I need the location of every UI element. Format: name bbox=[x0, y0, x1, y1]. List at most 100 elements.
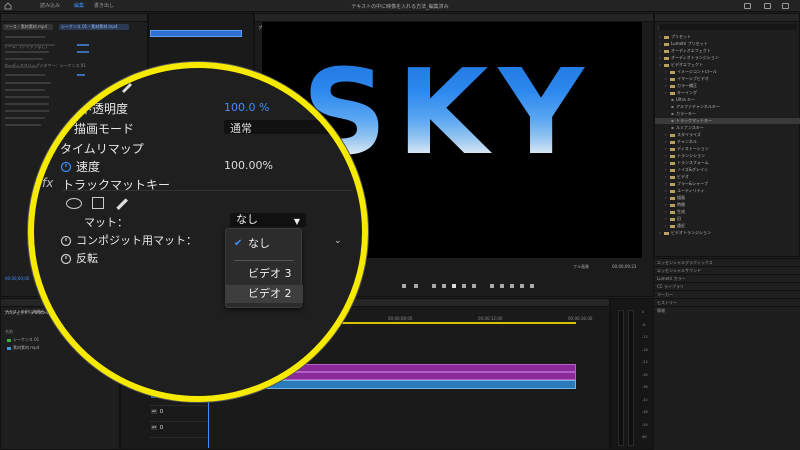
effects-tree-item[interactable]: ▪ Ultra キー bbox=[655, 97, 800, 103]
effects-tree-label: チャンネル bbox=[677, 139, 697, 144]
effects-tree-item[interactable]: › トランスフォーム bbox=[655, 160, 800, 166]
effects-tree-item[interactable]: › ユーティリティ bbox=[655, 188, 800, 194]
effects-tree-item[interactable]: › イマーシブビデオ bbox=[655, 76, 800, 82]
project-item-name: 素材素材.mp4 bbox=[13, 345, 40, 350]
blend-mode-select[interactable]: 通常 bbox=[224, 120, 334, 135]
effects-tree-item[interactable]: › 生成 bbox=[655, 209, 800, 215]
stopwatch-icon[interactable] bbox=[60, 160, 72, 172]
speed-value[interactable]: 100.00% bbox=[224, 159, 273, 172]
menu-item-video-2[interactable]: ビデオ 2 bbox=[226, 285, 303, 303]
folder-icon bbox=[670, 84, 675, 88]
side-panel-tab[interactable]: ヒストリー bbox=[654, 298, 800, 306]
fullscreen-icon[interactable] bbox=[782, 3, 789, 9]
folder-icon bbox=[670, 140, 675, 144]
effects-tree-item[interactable]: › 描画 bbox=[655, 195, 800, 201]
effect-controls-timecode[interactable]: 00;00;00;00 bbox=[5, 276, 29, 281]
project-item[interactable]: シーケンス 01 bbox=[7, 337, 39, 342]
effects-tree-item[interactable]: › ビデオ bbox=[655, 174, 800, 180]
stopwatch-icon[interactable] bbox=[60, 252, 72, 264]
folder-icon bbox=[670, 70, 675, 74]
meter-scale-label: -30 bbox=[642, 372, 648, 377]
effects-tree-item[interactable]: › ビデオエフェクト bbox=[655, 62, 800, 68]
effects-tree-item[interactable]: › オーディオトランジション bbox=[655, 55, 800, 61]
effects-tree-item[interactable]: › チャンネル bbox=[655, 139, 800, 145]
step-back-icon[interactable] bbox=[442, 284, 446, 288]
meter-scale-label: -42 bbox=[642, 397, 648, 402]
clip-selector[interactable]: シーケンス 01・素材素材.mp4 bbox=[59, 24, 129, 30]
go-to-out-icon[interactable] bbox=[472, 284, 476, 288]
menu-item-none[interactable]: ✔ なし bbox=[226, 235, 303, 253]
effects-tree-item[interactable]: › ブラー&シャープ bbox=[655, 181, 800, 187]
side-panel-tab[interactable]: エッセンシャルグラフィックス bbox=[654, 258, 800, 266]
effects-tree-item[interactable]: › ビデオトランジション bbox=[655, 230, 800, 236]
opacity-value[interactable]: 100.0 % bbox=[224, 101, 269, 114]
side-panel-tab[interactable]: エッセンシャルサウンド bbox=[654, 266, 800, 274]
effects-tree-item[interactable]: › ノイズ&グレイン bbox=[655, 167, 800, 173]
effects-tree-item[interactable]: › キーイング bbox=[655, 90, 800, 96]
effects-tree-item[interactable]: › カラー補正 bbox=[655, 83, 800, 89]
pen-icon[interactable] bbox=[120, 81, 132, 93]
effects-tree-item[interactable]: › スタイライズ bbox=[655, 132, 800, 138]
matte-dropdown[interactable]: なし ▼ bbox=[230, 213, 306, 227]
fx-value[interactable] bbox=[77, 51, 89, 53]
panel-icon[interactable] bbox=[764, 3, 771, 9]
source-selector[interactable]: ソース・素材素材.mp4 bbox=[3, 24, 53, 30]
comparison-view-icon[interactable] bbox=[520, 284, 524, 288]
effects-tree-item[interactable]: ▪ カラーキー bbox=[655, 111, 800, 117]
resolution-select[interactable]: フル画質 bbox=[573, 264, 589, 270]
effects-tree-label: スタイライズ bbox=[677, 132, 701, 137]
effects-tree-item[interactable]: › Lumetri プリセット bbox=[655, 41, 800, 47]
effects-tree-item[interactable]: ▪ トラックマットキー bbox=[655, 118, 800, 124]
go-to-in-icon[interactable] bbox=[432, 284, 436, 288]
program-monitor-header: プログラム: シーケンス 01 bbox=[255, 14, 653, 30]
mark-in-icon[interactable] bbox=[402, 284, 406, 288]
effects-tree-label: トランスフォーム bbox=[677, 160, 709, 165]
audio-meter-right bbox=[628, 310, 634, 446]
effects-tree-item[interactable]: ▪ ルミナンスキー bbox=[655, 125, 800, 131]
track-target-a2[interactable]: A2 bbox=[151, 409, 157, 414]
tab-edit[interactable]: 編集 bbox=[74, 3, 84, 9]
folder-icon bbox=[670, 182, 675, 186]
side-panel-tab[interactable]: CC ライブラリ bbox=[654, 282, 800, 290]
stopwatch-icon[interactable] bbox=[60, 234, 72, 246]
effects-tree-item[interactable]: › 時間 bbox=[655, 202, 800, 208]
track-target-a3[interactable]: A3 bbox=[151, 425, 157, 430]
share-icon[interactable] bbox=[744, 3, 751, 9]
effects-tree-item[interactable]: › プリセット bbox=[655, 34, 800, 40]
ruler-tick: 00;00;12;00 bbox=[478, 316, 503, 321]
lock-icon[interactable] bbox=[160, 425, 163, 429]
step-forward-icon[interactable] bbox=[462, 284, 466, 288]
fx-badge[interactable]: fx bbox=[42, 176, 53, 190]
button-editor-icon[interactable] bbox=[530, 284, 534, 288]
play-icon[interactable] bbox=[452, 284, 456, 288]
project-item[interactable]: 素材素材.mp4 bbox=[7, 345, 39, 350]
project-name-column[interactable]: 名前 bbox=[5, 329, 13, 334]
rectangle-mask-icon[interactable] bbox=[92, 197, 104, 209]
effects-tree-item[interactable]: › 遠近 bbox=[655, 223, 800, 229]
effects-tree-item[interactable]: › イメージコントロール bbox=[655, 69, 800, 75]
side-panel-tab[interactable]: 情報 bbox=[654, 306, 800, 314]
pen-mask-icon[interactable] bbox=[114, 196, 128, 210]
home-icon[interactable] bbox=[4, 2, 12, 10]
tab-export[interactable]: 書き出し bbox=[94, 3, 114, 9]
side-panel-tab[interactable]: マーカー bbox=[654, 290, 800, 298]
mark-out-icon[interactable] bbox=[414, 284, 418, 288]
effects-tree-item[interactable]: › 旧 bbox=[655, 216, 800, 222]
effects-tree-item[interactable]: ▪ アルファチャンネルキー bbox=[655, 104, 800, 110]
menu-item-video-3[interactable]: ビデオ 3 bbox=[226, 265, 303, 283]
ellipse-mask-icon[interactable] bbox=[66, 198, 82, 209]
side-panel-tab[interactable]: Lumetri カラー bbox=[654, 274, 800, 282]
tab-import[interactable]: 読み込み bbox=[40, 3, 60, 9]
effects-tree-item[interactable]: › トランジション bbox=[655, 153, 800, 159]
export-frame-icon[interactable] bbox=[510, 284, 514, 288]
composite-matte-label: コンポジット用マット： bbox=[76, 234, 197, 247]
fx-value[interactable] bbox=[77, 74, 85, 76]
chevron-down-icon[interactable]: ⌄ bbox=[334, 236, 342, 246]
effects-search-input[interactable] bbox=[659, 24, 797, 30]
lock-icon[interactable] bbox=[160, 409, 163, 413]
effects-tree-item[interactable]: › ディストーション bbox=[655, 146, 800, 152]
fx-value[interactable] bbox=[77, 44, 89, 46]
extract-icon[interactable] bbox=[500, 284, 504, 288]
lift-icon[interactable] bbox=[490, 284, 494, 288]
effects-tree-item[interactable]: › オーディオエフェクト bbox=[655, 48, 800, 54]
